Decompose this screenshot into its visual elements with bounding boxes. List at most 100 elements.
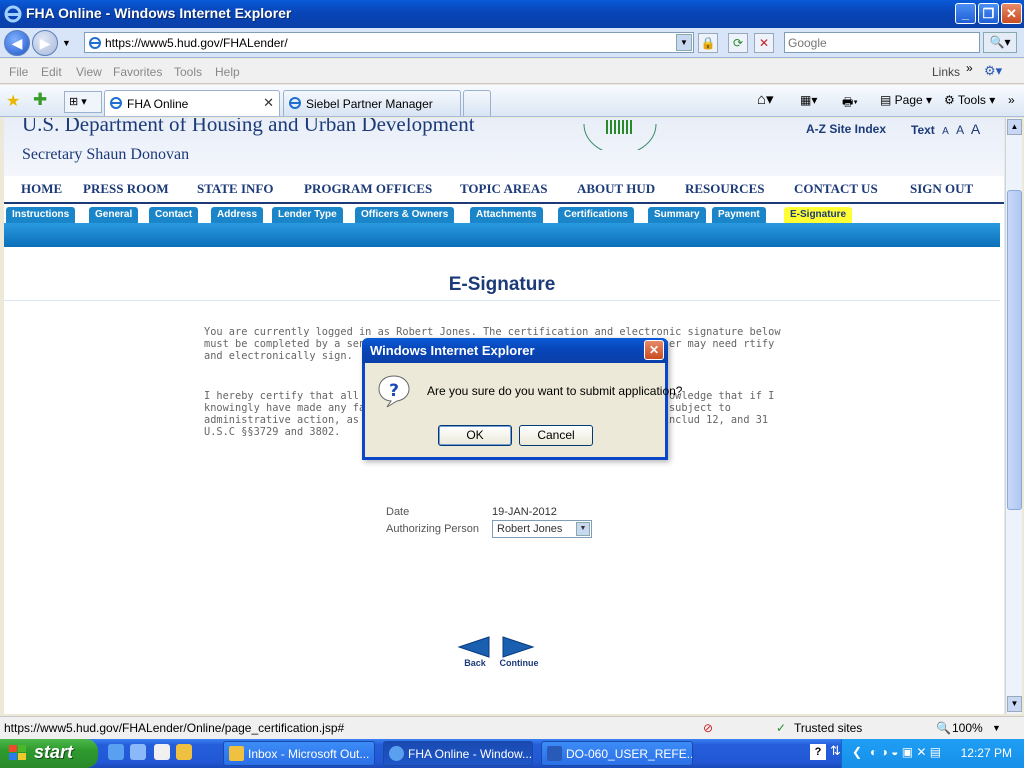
tab-lender-type[interactable]: Lender Type (272, 207, 343, 223)
refresh-icon[interactable]: ⟳ (728, 33, 748, 53)
help-icon[interactable]: ? (810, 744, 826, 760)
close-window-button[interactable]: ✕ (1001, 3, 1022, 24)
search-input[interactable] (785, 33, 975, 52)
menu-edit[interactable]: Edit (41, 65, 62, 79)
page-menu[interactable]: ▤ Page ▾ (880, 93, 932, 107)
recent-pages-dropdown-icon[interactable]: ▼ (62, 38, 71, 48)
new-tab-button[interactable] (463, 90, 491, 116)
ok-button[interactable]: OK (438, 425, 512, 446)
add-favorite-icon[interactable]: ✚ (33, 90, 47, 110)
favorites-star-icon[interactable]: ★ (6, 91, 20, 111)
taskbar-item-fha-online[interactable]: FHA Online - Window... (383, 741, 533, 766)
address-bar[interactable]: ▼ (84, 32, 694, 53)
maximize-button[interactable]: ❐ (978, 3, 999, 24)
nav-press-room[interactable]: PRESS ROOM (83, 181, 169, 197)
tab-fha-online[interactable]: FHA Online ✕ (104, 90, 280, 116)
zoom-level[interactable]: 100% (952, 721, 983, 735)
nav-contact-us[interactable]: CONTACT US (794, 181, 878, 197)
feeds-icon[interactable]: ▦▾ (800, 93, 817, 107)
zoom-icon[interactable]: 🔍 (936, 721, 951, 735)
media-quicklaunch-icon[interactable] (154, 744, 170, 760)
start-button[interactable]: start (0, 739, 98, 768)
tab-instructions[interactable]: Instructions (6, 207, 76, 223)
lock-icon[interactable]: 🔒 (698, 33, 718, 53)
chevron-right-icon[interactable]: » (1008, 93, 1015, 107)
windows-live-icon[interactable]: ⚙▾ (984, 63, 1002, 79)
tab-summary[interactable]: Summary (648, 207, 706, 223)
nav-program-offices[interactable]: PROGRAM OFFICES (304, 181, 432, 197)
system-clock[interactable]: 12:27 PM (961, 746, 1012, 760)
window-title-bar: FHA Online - Windows Internet Explorer _… (0, 0, 1024, 28)
tab-e-signature[interactable]: E-Signature (784, 207, 853, 223)
authorizing-person-select[interactable]: Robert Jones ▼ (492, 520, 592, 538)
search-button[interactable]: 🔍▾ (983, 32, 1017, 53)
date-value: 19-JAN-2012 (492, 506, 557, 518)
tab-bar: ★ ✚ ⊞ ▾ FHA Online ✕ Siebel Partner Mana… (0, 85, 1024, 117)
tab-siebel-partner-manager[interactable]: Siebel Partner Manager (283, 90, 461, 116)
ie-quicklaunch-icon[interactable] (108, 744, 124, 760)
tab-officers-owners[interactable]: Officers & Owners (355, 207, 455, 223)
address-input[interactable] (105, 34, 675, 51)
language-bar-icon[interactable]: ⇅ (830, 743, 841, 759)
text-size-controls: Text A A A (911, 121, 980, 137)
ie-quicklaunch-icon-2[interactable] (130, 744, 146, 760)
outlook-quicklaunch-icon[interactable] (176, 744, 192, 760)
menu-tools[interactable]: Tools (174, 65, 202, 79)
nav-resources[interactable]: RESOURCES (685, 181, 764, 197)
forward-button[interactable]: ▶ (32, 30, 58, 56)
nav-topic-areas[interactable]: TOPIC AREAS (460, 181, 548, 197)
system-tray: ❮ ◐ ◑ ◒ ▣ ✕ ▤ 12:27 PM (841, 739, 1024, 768)
tray-app-icons[interactable]: ◐ ◑ ◒ ▣ ✕ ▤ (870, 745, 941, 759)
nav-home[interactable]: HOME (21, 181, 62, 197)
outlook-icon (229, 746, 244, 761)
security-zone[interactable]: Trusted sites (794, 721, 862, 735)
menu-favorites[interactable]: Favorites (113, 65, 162, 79)
taskbar-item-inbox[interactable]: Inbox - Microsoft Out... (223, 741, 375, 766)
tools-menu[interactable]: ⚙ Tools ▾ (944, 93, 995, 107)
ie-icon (389, 746, 404, 761)
home-icon[interactable]: ⌂▾ (757, 90, 774, 108)
tab-label: FHA Online (127, 97, 189, 111)
close-tab-icon[interactable]: ✕ (263, 95, 274, 111)
text-size-small[interactable]: A (942, 126, 949, 137)
zoom-dropdown-icon[interactable]: ▼ (992, 723, 1001, 733)
scroll-up-icon[interactable]: ▲ (1007, 119, 1022, 135)
menu-view[interactable]: View (76, 65, 102, 79)
chevron-right-icon[interactable]: » (966, 61, 973, 75)
text-size-medium[interactable]: A (956, 123, 963, 137)
tab-contact[interactable]: Contact (149, 207, 199, 223)
scroll-down-icon[interactable]: ▼ (1007, 696, 1022, 712)
quick-tabs-button[interactable]: ⊞ ▾ (64, 91, 102, 113)
popup-blocked-icon[interactable]: ⊘ (703, 721, 713, 735)
nav-about-hud[interactable]: ABOUT HUD (577, 181, 655, 197)
tray-expand-icon[interactable]: ❮ (852, 745, 862, 759)
taskbar-item-document[interactable]: DO-060_USER_REFE... (541, 741, 693, 766)
back-button[interactable]: ◀ (4, 30, 30, 56)
tab-attachments[interactable]: Attachments (470, 207, 543, 223)
links-toolbar[interactable]: Links (932, 65, 960, 79)
az-site-index-link[interactable]: A-Z Site Index (806, 122, 886, 136)
menu-help[interactable]: Help (215, 65, 240, 79)
print-icon[interactable]: 🖶▾ (842, 93, 858, 114)
tab-payment[interactable]: Payment (712, 207, 766, 223)
continue-nav-button[interactable]: Continue (499, 636, 539, 670)
tab-general[interactable]: General (89, 207, 139, 223)
address-dropdown-icon[interactable]: ▼ (676, 34, 692, 51)
text-size-large[interactable]: A (971, 121, 980, 137)
search-box[interactable] (784, 32, 980, 53)
nav-sign-out[interactable]: SIGN OUT (910, 181, 973, 197)
status-url: https://www5.hud.gov/FHALender/Online/pa… (4, 721, 345, 735)
tab-address[interactable]: Address (211, 207, 264, 223)
cancel-button[interactable]: Cancel (519, 425, 593, 446)
page-scrollbar[interactable]: ▲ ▼ (1005, 118, 1022, 714)
menu-file[interactable]: File (9, 65, 28, 79)
dialog-close-button[interactable]: ✕ (644, 340, 664, 360)
chevron-down-icon[interactable]: ▼ (576, 522, 590, 536)
scroll-thumb[interactable] (1007, 190, 1022, 510)
stop-icon[interactable]: ✕ (754, 33, 774, 53)
minimize-button[interactable]: _ (955, 3, 976, 24)
back-nav-button[interactable]: Back (455, 636, 493, 670)
date-label: Date (386, 506, 410, 518)
tab-certifications[interactable]: Certifications (558, 207, 634, 223)
nav-state-info[interactable]: STATE INFO (197, 181, 273, 197)
